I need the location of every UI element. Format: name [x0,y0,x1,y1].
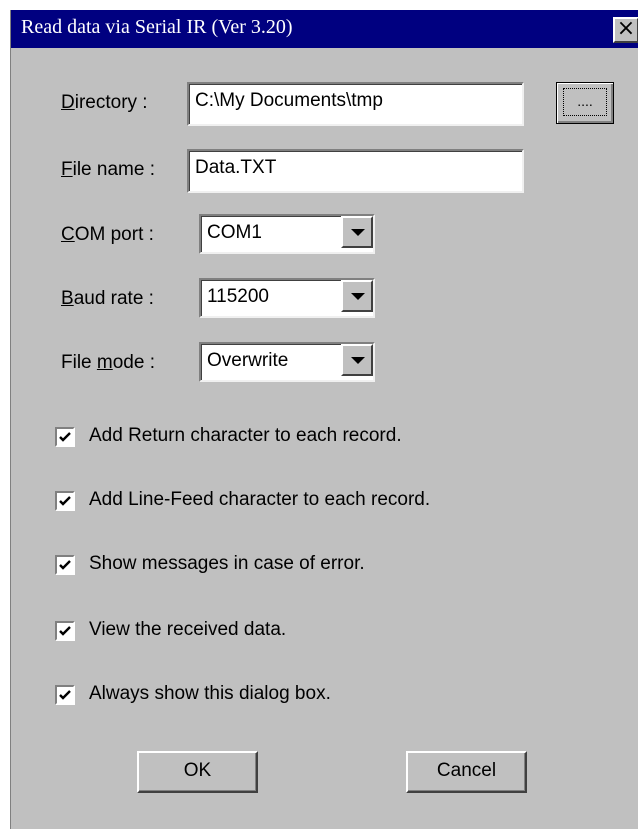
cancel-button[interactable]: Cancel [406,751,527,793]
window-title: Read data via Serial IR (Ver 3.20) [21,16,293,38]
view-received-data-label: View the received data. [89,619,287,640]
file-mode-label: File mode : [61,352,155,373]
file-mode-dropdown-button[interactable] [341,344,373,376]
com-port-value: COM1 [207,222,262,243]
close-icon: × [616,16,636,41]
show-messages-checkbox[interactable] [55,555,75,575]
checkmark-icon [59,496,71,506]
baud-rate-dropdown-button[interactable] [341,280,373,312]
add-return-label: Add Return character to each record. [89,425,402,446]
baud-rate-value: 115200 [207,286,269,307]
com-port-select[interactable]: COM1 [199,214,375,254]
title-bar[interactable]: Read data via Serial IR (Ver 3.20) × [11,10,638,48]
checkmark-icon [59,690,71,700]
add-line-feed-label: Add Line-Feed character to each record. [89,489,431,510]
show-messages-label: Show messages in case of error. [89,553,365,574]
file-mode-value: Overwrite [207,350,289,371]
checkmark-icon [59,560,71,570]
chevron-down-icon [351,293,365,300]
directory-input[interactable]: C:\My Documents\tmp [187,82,524,126]
serial-ir-dialog: Read data via Serial IR (Ver 3.20) × Dir… [10,10,638,829]
always-show-dialog-label: Always show this dialog box. [89,683,331,704]
file-mode-select[interactable]: Overwrite [199,342,375,382]
add-line-feed-checkbox[interactable] [55,491,75,511]
view-received-data-checkbox[interactable] [55,621,75,641]
checkmark-icon [59,432,71,442]
baud-rate-label: Baud rate : [61,288,154,309]
ok-button[interactable]: OK [137,751,258,793]
always-show-dialog-checkbox[interactable] [55,685,75,705]
chevron-down-icon [351,229,365,236]
close-button[interactable]: × [613,17,638,43]
browse-label: .... [563,88,607,116]
com-port-label: COM port : [61,224,154,245]
add-return-checkbox[interactable] [55,427,75,447]
chevron-down-icon [351,357,365,364]
browse-button[interactable]: .... [556,82,614,124]
checkmark-icon [59,626,71,636]
baud-rate-select[interactable]: 115200 [199,278,375,318]
file-name-label: File name : [61,159,155,180]
directory-label: Directory : [61,92,148,113]
file-name-input[interactable]: Data.TXT [187,149,524,193]
com-port-dropdown-button[interactable] [341,216,373,248]
